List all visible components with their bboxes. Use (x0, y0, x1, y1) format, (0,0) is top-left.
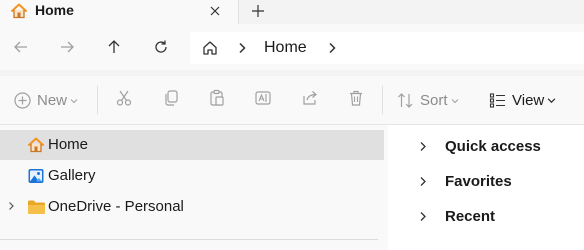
nav-item-onedrive[interactable]: OneDrive - Personal (0, 192, 384, 222)
cut-icon (116, 90, 132, 106)
paste-button[interactable] (208, 89, 226, 107)
separator (97, 86, 98, 114)
share-button[interactable] (301, 89, 319, 107)
nav-item-home[interactable]: Home (0, 130, 384, 160)
section-label: Quick access (445, 138, 541, 155)
view-list-icon (489, 93, 505, 108)
delete-button[interactable] (347, 89, 365, 107)
paste-icon (210, 89, 224, 106)
rename-icon (255, 91, 271, 105)
nav-item-label: Home (48, 136, 89, 153)
sort-button[interactable]: Sort (397, 92, 459, 109)
rename-button[interactable] (254, 89, 272, 107)
home-icon (10, 2, 28, 20)
chevron-right-icon[interactable] (418, 176, 428, 187)
nav-item-label: OneDrive - Personal (48, 198, 184, 215)
tab-strip: Home (0, 0, 584, 24)
navigation-pane: Home Gallery OneDrive - Personal (0, 125, 388, 250)
chevron-right-icon[interactable] (418, 141, 428, 152)
separator (382, 86, 383, 114)
close-icon[interactable] (205, 1, 225, 21)
trash-icon (350, 90, 362, 106)
forward-button[interactable] (53, 33, 81, 61)
section-favorites[interactable]: Favorites (388, 167, 584, 197)
new-button[interactable]: New (14, 92, 78, 109)
content-pane: Quick access Favorites Recent (388, 125, 584, 250)
view-button[interactable]: View (489, 92, 556, 109)
arrow-left-icon (14, 41, 27, 53)
nav-item-gallery[interactable]: Gallery (0, 161, 384, 191)
section-label: Recent (445, 208, 496, 225)
plus-circle-icon (14, 92, 31, 109)
chevron-down-icon (547, 98, 556, 104)
tab-home[interactable]: Home (0, 0, 239, 24)
divider (0, 239, 378, 240)
section-quick-access[interactable]: Quick access (388, 132, 584, 162)
home-icon (27, 136, 45, 154)
chevron-right-icon[interactable] (326, 42, 338, 54)
nav-item-label: Gallery (48, 167, 96, 184)
chevron-right-icon[interactable] (6, 201, 16, 211)
chevron-right-icon[interactable] (236, 42, 248, 54)
chevron-right-icon[interactable] (418, 211, 428, 222)
view-label: View (512, 92, 545, 109)
arrow-right-icon (61, 41, 74, 53)
folder-icon (27, 198, 46, 216)
sort-label: Sort (420, 92, 448, 109)
tab-title: Home (35, 2, 74, 18)
copy-icon (165, 90, 178, 106)
up-button[interactable] (100, 33, 128, 61)
breadcrumb-home[interactable]: Home (264, 39, 307, 57)
sort-icon (398, 93, 413, 108)
chevron-down-icon (451, 98, 458, 103)
refresh-icon (155, 40, 167, 53)
chevron-down-icon (70, 98, 78, 103)
new-label: New (37, 92, 68, 109)
plus-icon (252, 5, 264, 17)
gallery-icon (27, 167, 45, 185)
copy-button[interactable] (162, 89, 180, 107)
share-icon (303, 91, 317, 105)
address-bar[interactable]: Home (190, 32, 584, 64)
back-button[interactable] (7, 33, 35, 61)
navigation-row: Home (0, 24, 584, 70)
command-bar: New Sort View (0, 76, 584, 124)
arrow-up-icon (108, 40, 120, 53)
home-outline-icon[interactable] (202, 40, 218, 56)
refresh-button[interactable] (147, 33, 175, 61)
section-recent[interactable]: Recent (388, 202, 584, 232)
cut-button[interactable] (115, 89, 133, 107)
new-tab-button[interactable] (247, 1, 269, 21)
section-label: Favorites (445, 173, 512, 190)
